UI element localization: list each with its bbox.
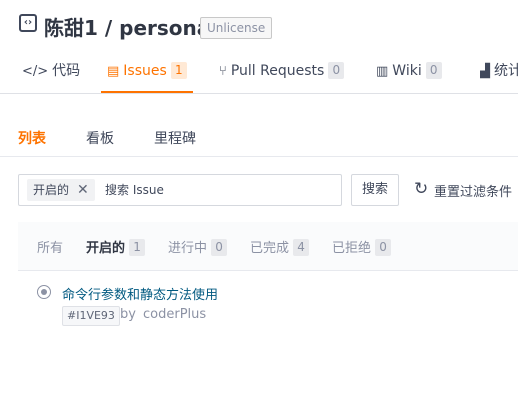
repo-code-icon: ‹› <box>19 14 37 32</box>
wiki-count-badge: 0 <box>425 62 442 79</box>
subtab-list[interactable]: 列表 <box>18 128 46 148</box>
issue-id-badge[interactable]: #I1VE93 <box>62 306 120 326</box>
pull-requests-count-badge: 0 <box>328 62 345 79</box>
repo-separator: / <box>97 16 120 40</box>
state-label: 开启的 <box>86 241 126 256</box>
tab-code[interactable]: </> 代码 <box>22 55 80 91</box>
issues-count-badge: 1 <box>170 62 187 79</box>
state-label: 进行中 <box>168 241 208 256</box>
repo-tabs: </> 代码 ▤ Issues 1 ⑂ Pull Requests 0 ▥ Wiki 0 ▟ 统… <box>0 55 518 94</box>
close-icon[interactable]: ✕ <box>77 182 89 198</box>
issue-title-link[interactable]: 命令行参数和静态方法使用 <box>62 284 218 303</box>
divider <box>0 156 518 157</box>
state-filter-bar: 所有 开启的 1 进行中 0 已完成 4 已拒绝 0 <box>18 222 518 271</box>
state-count-badge: 0 <box>211 239 228 256</box>
pull-request-icon: ⑂ <box>219 64 227 79</box>
subtab-milestones[interactable]: 里程碑 <box>154 128 196 148</box>
subtab-board[interactable]: 看板 <box>86 128 114 148</box>
state-label: 所有 <box>37 241 64 256</box>
state-open[interactable]: 开启的 1 <box>86 237 146 256</box>
search-button[interactable]: 搜索 <box>351 174 399 206</box>
tab-label: 代码 <box>52 63 81 79</box>
state-in-progress[interactable]: 进行中 0 <box>168 237 228 256</box>
tab-stats[interactable]: ▟ 统计 <box>480 55 518 91</box>
state-completed[interactable]: 已完成 4 <box>250 237 310 256</box>
filter-tag-label: 开启的 <box>33 183 70 197</box>
repo-owner[interactable]: 陈甜1 <box>44 16 98 40</box>
state-all[interactable]: 所有 <box>37 237 63 256</box>
wiki-icon: ▥ <box>376 64 389 79</box>
tab-pull-requests[interactable]: ⑂ Pull Requests 0 <box>219 55 345 91</box>
state-count-badge: 4 <box>293 239 310 256</box>
issue-by-label: by <box>120 307 136 322</box>
state-count-badge: 1 <box>129 239 146 256</box>
reset-filters-link[interactable]: 重置过滤条件 <box>434 181 512 200</box>
state-label: 已拒绝 <box>332 241 372 256</box>
repo-title[interactable]: 陈甜1 / personal <box>44 12 217 41</box>
search-input[interactable] <box>105 180 325 200</box>
issues-icon: ▤ <box>107 64 120 79</box>
state-rejected[interactable]: 已拒绝 0 <box>332 237 392 256</box>
tab-label: Wiki <box>392 63 422 79</box>
tab-label: 统计 <box>494 63 518 79</box>
state-count-badge: 0 <box>375 239 392 256</box>
tab-label: Pull Requests <box>230 63 325 79</box>
tab-label: Issues <box>123 63 167 79</box>
state-label: 已完成 <box>250 241 290 256</box>
tab-issues[interactable]: ▤ Issues 1 <box>101 55 193 93</box>
tab-wiki[interactable]: ▥ Wiki 0 <box>376 55 442 91</box>
code-icon: </> <box>22 64 49 79</box>
issue-author-link[interactable]: coderPlus <box>143 307 206 322</box>
issue-open-icon <box>37 285 51 299</box>
stats-icon: ▟ <box>480 64 490 79</box>
filter-tag-open: 开启的 ✕ <box>27 179 95 201</box>
license-badge[interactable]: Unlicense <box>200 17 273 39</box>
search-box: 开启的 ✕ <box>18 174 342 206</box>
refresh-icon[interactable]: ↻ <box>414 180 428 198</box>
